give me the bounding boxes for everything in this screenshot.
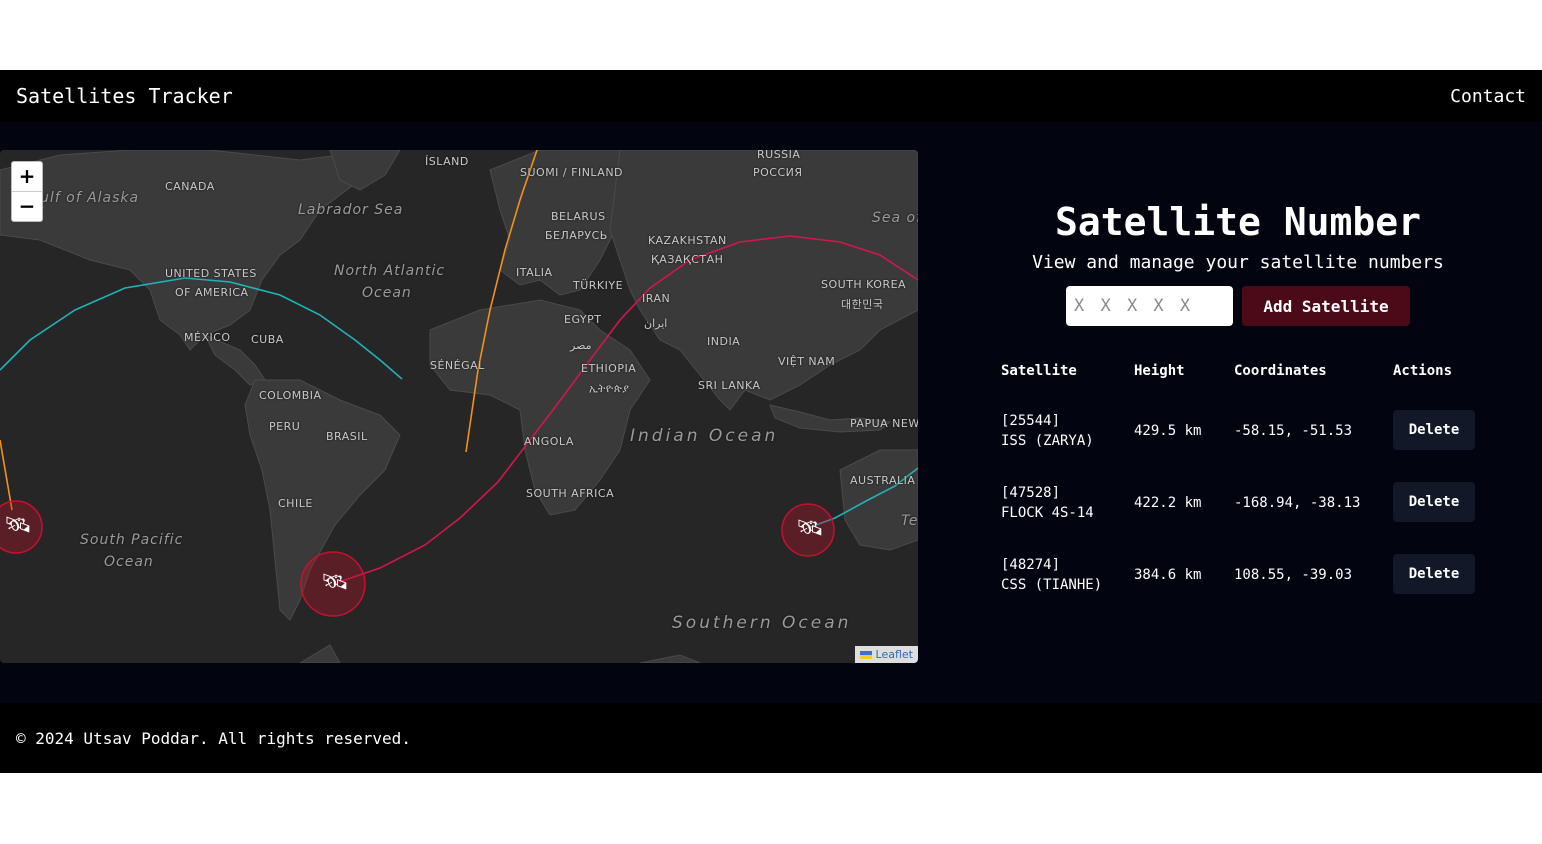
map-label: ҚАЗАҚСТАН bbox=[651, 253, 724, 266]
column-header-satellite: Satellite bbox=[1001, 363, 1077, 379]
map-label: Te bbox=[901, 513, 918, 529]
top-navbar: Satellites Tracker Contact bbox=[0, 70, 1542, 122]
table-row-id: [48274] bbox=[1001, 557, 1061, 573]
map-label: KAZAKHSTAN bbox=[648, 234, 727, 247]
map-label: COLOMBIA bbox=[259, 389, 322, 402]
delete-button[interactable]: Delete bbox=[1393, 482, 1475, 522]
land-australia bbox=[839, 449, 918, 551]
satellite-panel: Satellite Number View and manage your sa… bbox=[918, 122, 1542, 702]
map-label: ITALIA bbox=[516, 266, 553, 279]
map-label: Indian Ocean bbox=[630, 426, 779, 446]
map-basemap bbox=[0, 150, 918, 663]
map-label: AUSTRALIA bbox=[850, 474, 916, 487]
column-header-height: Height bbox=[1134, 363, 1185, 379]
map-label: ኢትዮጵያ bbox=[589, 382, 630, 395]
satellite-number-input[interactable] bbox=[1066, 286, 1233, 326]
table-row-name: ISS (ZARYA) bbox=[1001, 433, 1094, 449]
zoom-out-button[interactable]: − bbox=[12, 191, 42, 221]
satellite-marker-icon[interactable]: 🛰 bbox=[321, 572, 349, 596]
map-label: مصر bbox=[570, 339, 592, 352]
panel-subtitle: View and manage your satellite numbers bbox=[1032, 252, 1444, 273]
map-label: ÍSLAND bbox=[425, 155, 469, 168]
map-label: SOUTH KOREA bbox=[821, 278, 907, 291]
map-label: CUBA bbox=[251, 333, 284, 346]
map-label: ETHIOPIA bbox=[581, 362, 637, 375]
map-label: PERU bbox=[269, 420, 301, 433]
orbit-track-orange-a bbox=[0, 439, 13, 511]
table-row-height: 422.2 km bbox=[1134, 495, 1202, 511]
map-label: INDIA bbox=[707, 335, 741, 348]
delete-button[interactable]: Delete bbox=[1393, 554, 1475, 594]
panel-title: Satellite Number bbox=[1054, 200, 1422, 244]
map-label: South Pacific bbox=[80, 532, 184, 548]
map-label: OF AMERICA bbox=[175, 286, 249, 299]
land-africa bbox=[429, 299, 651, 516]
table-row-coordinates: -58.15, -51.53 bbox=[1234, 423, 1353, 439]
map-label: RUSSIA bbox=[757, 150, 801, 161]
map-label: EGYPT bbox=[564, 313, 602, 326]
map-label: BELARUS bbox=[551, 210, 606, 223]
map-label: Labrador Sea bbox=[298, 202, 404, 218]
map-label: SUOMI / FINLAND bbox=[520, 166, 624, 179]
satellite-marker-icon[interactable]: 🛰 bbox=[796, 518, 824, 542]
map-label: MÉXICO bbox=[184, 331, 231, 344]
map-label: BRASIL bbox=[326, 430, 368, 443]
zoom-control: + − bbox=[11, 161, 43, 222]
map-label: Ocean bbox=[362, 285, 412, 301]
map-label: North Atlantic bbox=[334, 263, 446, 279]
map-label: ulf of Alaska bbox=[40, 190, 140, 206]
table-row-height: 384.6 km bbox=[1134, 567, 1202, 583]
world-map[interactable]: CANADA ulf of Alaska Labrador Sea ÍSLAND… bbox=[0, 150, 918, 663]
table-row-id: [25544] bbox=[1001, 413, 1061, 429]
map-label: VIỆT NAM bbox=[778, 355, 836, 368]
copyright-text: © 2024 Utsav Poddar. All rights reserved… bbox=[16, 728, 411, 748]
map-label: Southern Ocean bbox=[672, 613, 852, 633]
add-satellite-button[interactable]: Add Satellite bbox=[1242, 286, 1410, 326]
table-row-name: CSS (TIANHE) bbox=[1001, 577, 1103, 593]
land-antarctica bbox=[299, 644, 701, 663]
map-label: Ocean bbox=[104, 554, 154, 570]
attribution-link[interactable]: Leaflet bbox=[876, 648, 913, 661]
footer: © 2024 Utsav Poddar. All rights reserved… bbox=[0, 703, 1542, 773]
map-label: Sea of bbox=[872, 210, 918, 226]
map-label: TÜRKIYE bbox=[573, 279, 624, 292]
zoom-in-button[interactable]: + bbox=[12, 162, 42, 191]
app: Satellites Tracker Contact CANADA ulf of… bbox=[0, 70, 1542, 773]
map-label: ایران bbox=[644, 317, 668, 330]
map-label: БЕЛАРУСЬ bbox=[545, 229, 608, 242]
contact-link[interactable]: Contact bbox=[1450, 86, 1526, 107]
brand-title[interactable]: Satellites Tracker bbox=[16, 84, 233, 108]
map-label: 대한민국 bbox=[841, 298, 884, 311]
table-row-height: 429.5 km bbox=[1134, 423, 1202, 439]
satellite-marker-icon[interactable]: 🛰 bbox=[4, 515, 32, 539]
table-row-coordinates: 108.55, -39.03 bbox=[1234, 567, 1353, 583]
table-row-coordinates: -168.94, -38.13 bbox=[1234, 495, 1361, 511]
map-label: SOUTH AFRICA bbox=[526, 487, 615, 500]
map-label: SRI LANKA bbox=[698, 379, 761, 392]
map-label: SÉNÉGAL bbox=[430, 359, 485, 372]
map-label: CANADA bbox=[165, 180, 215, 193]
map-label: ANGOLA bbox=[524, 435, 574, 448]
map-label: IRAN bbox=[642, 292, 671, 305]
map-label: PAPUA NEW bbox=[850, 417, 918, 430]
delete-button[interactable]: Delete bbox=[1393, 410, 1475, 450]
column-header-actions: Actions bbox=[1393, 363, 1453, 379]
table-row-id: [47528] bbox=[1001, 485, 1061, 501]
map-label: CHILE bbox=[278, 497, 313, 510]
table-row-name: FLOCK 4S-14 bbox=[1001, 505, 1094, 521]
ukraine-flag-icon bbox=[859, 650, 872, 659]
map-attribution[interactable]: Leaflet bbox=[854, 646, 918, 663]
map-label: РОССИЯ bbox=[753, 166, 803, 179]
column-header-coordinates: Coordinates bbox=[1234, 363, 1327, 379]
map-label: UNITED STATES bbox=[165, 267, 257, 280]
